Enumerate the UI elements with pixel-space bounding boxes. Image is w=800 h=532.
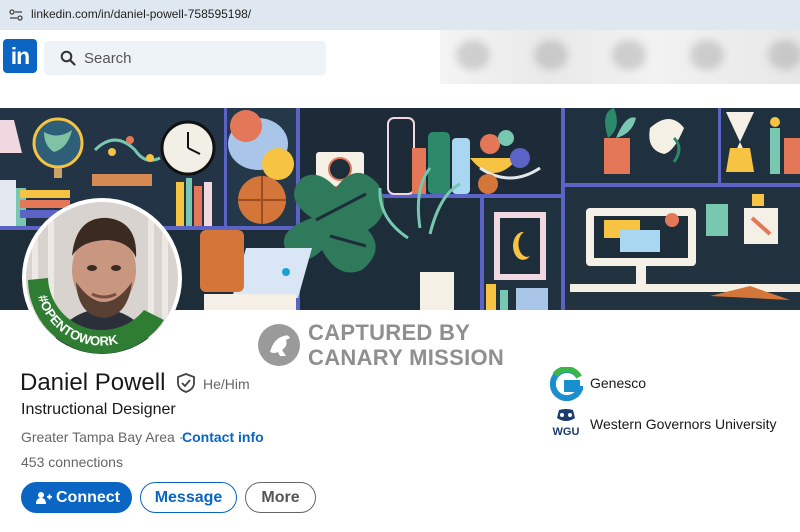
message-button[interactable]: Message <box>140 482 237 513</box>
education-name: Western Governors University <box>590 416 777 432</box>
linkedin-logo-icon[interactable]: in <box>3 39 37 73</box>
svg-text:WGU: WGU <box>553 426 580 438</box>
profile-location: Greater Tampa Bay Area · <box>21 429 184 445</box>
profile-photo[interactable]: #OPENTOWORK <box>22 198 182 358</box>
experience-name: Genesco <box>590 375 647 391</box>
watermark-line-1: CAPTURED BY <box>308 320 471 345</box>
blurred-nav-icons <box>440 30 800 84</box>
open-to-work-frame: #OPENTOWORK <box>26 202 178 354</box>
add-person-icon <box>36 492 52 504</box>
contact-info-link[interactable]: Contact info <box>182 429 264 445</box>
profile-headline: Instructional Designer <box>21 401 176 418</box>
search-icon <box>60 50 76 66</box>
connect-button[interactable]: Connect <box>21 482 132 513</box>
search-placeholder: Search <box>84 50 132 67</box>
verified-shield-icon[interactable] <box>176 373 196 393</box>
profile-name: Daniel Powell <box>20 369 166 396</box>
pronouns: He/Him <box>203 376 250 392</box>
search-input[interactable]: Search <box>44 41 326 75</box>
site-settings-icon[interactable] <box>8 8 24 22</box>
browser-address-bar[interactable]: linkedin.com/in/daniel-powell-758595198/ <box>0 0 800 30</box>
more-button[interactable]: More <box>245 482 316 513</box>
genesco-logo-icon <box>549 367 583 401</box>
url-text[interactable]: linkedin.com/in/daniel-powell-758595198/ <box>31 7 251 21</box>
watermark-line-2: CANARY MISSION <box>308 345 505 370</box>
top-navigation: in Search <box>0 30 800 84</box>
canary-bird-icon <box>258 324 300 366</box>
wgu-logo-icon: WGU <box>553 409 580 438</box>
connections-count[interactable]: 453 connections <box>21 454 123 470</box>
